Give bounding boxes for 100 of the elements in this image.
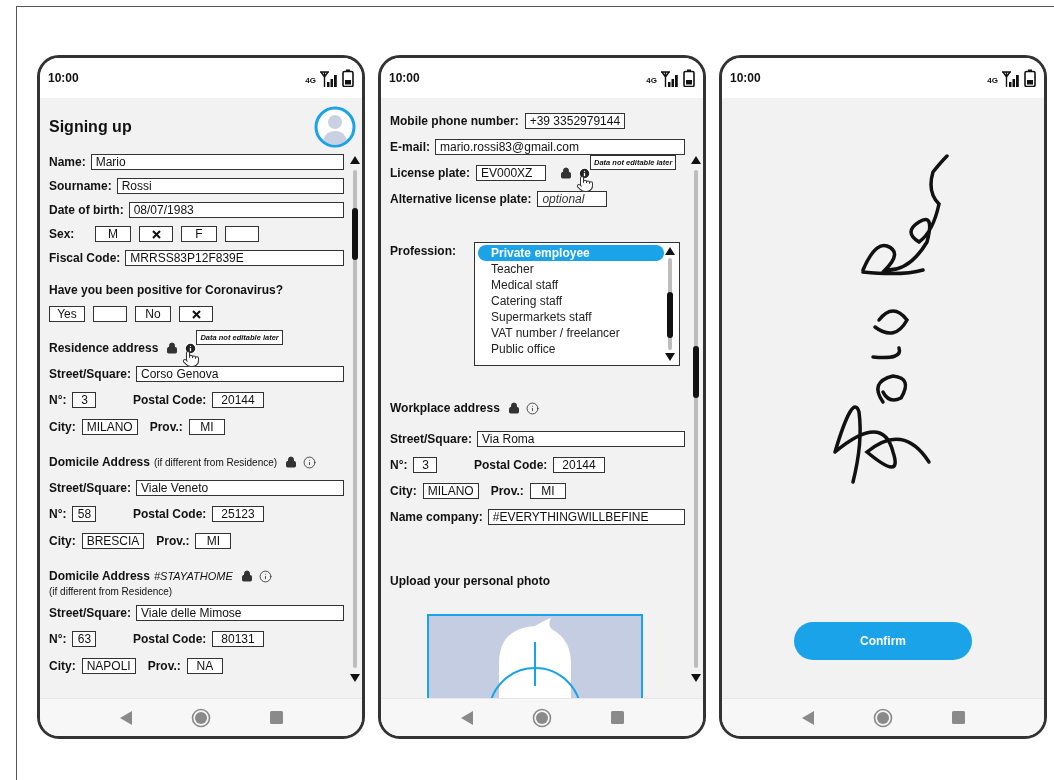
list-item[interactable]: Teacher [478, 261, 664, 277]
input-field[interactable]: 63 [72, 630, 97, 647]
input-field[interactable]: NA [186, 657, 223, 674]
recent-apps-icon[interactable] [951, 711, 965, 724]
back-icon[interactable] [119, 710, 132, 725]
input-field[interactable]: 20144 [553, 457, 605, 473]
input-field[interactable]: Viale delle Mimose [136, 605, 344, 621]
input-field[interactable]: 08/07/1983 [128, 202, 344, 218]
profession-listbox[interactable]: Private employee Teacher Medical staff Catering staff Supermarkets staff VAT number / freelancer Public office [474, 242, 680, 366]
field-label: City: [390, 483, 417, 500]
field-label: E-mail: [390, 139, 430, 156]
field-label: City: [49, 418, 76, 436]
input-field[interactable]: 58 [72, 505, 97, 522]
field-label: Prov.: [490, 483, 524, 500]
scroll-up-arrow-icon[interactable] [350, 156, 360, 164]
scroll-down-arrow-icon[interactable] [691, 674, 701, 682]
section-title: Residence address [49, 340, 159, 357]
field-label: Street/Square: [49, 480, 132, 497]
field-label: N°: [49, 505, 67, 523]
section-title: Workplace address [390, 400, 500, 417]
section-tag: #STAYATHOME [153, 567, 233, 585]
cross-mark-icon [191, 309, 201, 319]
scrollbar-thumb[interactable] [693, 346, 699, 398]
field-label: Date of birth: [49, 202, 124, 219]
section-title: Upload your personal photo [390, 574, 550, 588]
scroll-down-arrow-icon[interactable] [665, 353, 675, 361]
input-field[interactable]: MRRSS83P12F839E [125, 250, 344, 266]
list-item[interactable]: Supermarkets staff [478, 309, 664, 325]
input-field[interactable]: MI [188, 418, 225, 435]
list-item[interactable]: Public office [478, 341, 664, 357]
signal-icon [660, 71, 680, 87]
checkbox[interactable] [225, 226, 259, 242]
field-label: Fiscal Code: [49, 250, 121, 267]
status-time: 10:00 [48, 70, 79, 87]
field-label: Prov.: [156, 532, 190, 550]
field-label: Prov.: [149, 418, 183, 436]
input-field[interactable]: MILANO [422, 483, 479, 499]
recent-apps-icon[interactable] [269, 711, 283, 724]
checkbox[interactable] [179, 306, 213, 322]
input-field[interactable]: Rossi [116, 178, 344, 194]
input-field[interactable]: BRESCIA [81, 532, 145, 549]
checkbox[interactable] [139, 226, 173, 242]
avatar-icon[interactable] [314, 106, 356, 148]
scrollbar-thumb[interactable] [352, 208, 358, 260]
signal-icon [319, 71, 339, 87]
field-label: Sex: [49, 226, 76, 243]
input-field[interactable]: Viale Veneto [136, 480, 344, 496]
section-note: (if different from Residence) [49, 586, 174, 597]
back-icon[interactable] [460, 710, 473, 725]
input-field[interactable]: MI [529, 483, 566, 499]
input-field[interactable]: 80131 [212, 630, 264, 647]
field-label: N°: [49, 391, 67, 409]
input-field[interactable]: MI [195, 532, 232, 549]
scroll-up-arrow-icon[interactable] [665, 247, 675, 255]
scroll-up-arrow-icon[interactable] [691, 156, 701, 164]
field-label: Street/Square: [49, 605, 132, 622]
hand-pointer-icon [182, 349, 201, 368]
screen-title: Signing up [49, 117, 132, 137]
scroll-down-arrow-icon[interactable] [350, 674, 360, 682]
input-field[interactable]: MILANO [81, 418, 138, 435]
signal-icon [1001, 71, 1021, 87]
photo-upload-drawing[interactable] [426, 614, 643, 698]
option-label: Yes [49, 306, 85, 322]
list-item[interactable]: VAT number / freelancer [478, 325, 664, 341]
list-item[interactable]: Medical staff [478, 277, 664, 293]
input-field[interactable]: Via Roma [477, 431, 685, 447]
list-item[interactable]: Catering staff [478, 293, 664, 309]
field-label: Postal Code: [474, 457, 548, 474]
network-label: 4G [987, 75, 998, 87]
field-label: Postal Code: [133, 391, 207, 409]
scrollbar-track[interactable] [668, 258, 672, 350]
field-label: Postal Code: [133, 630, 207, 648]
recent-apps-icon[interactable] [610, 711, 624, 724]
scrollbar-thumb[interactable] [667, 292, 673, 338]
input-field[interactable]: 3 [72, 391, 97, 408]
scrollbar-track[interactable] [353, 170, 357, 668]
option-label: No [135, 306, 171, 322]
input-field[interactable]: +39 3352979144 [524, 113, 626, 129]
input-field[interactable]: 25123 [212, 505, 264, 522]
back-icon[interactable] [801, 710, 814, 725]
field-label: Sourname: [49, 178, 112, 195]
field-label: License plate: [390, 165, 471, 182]
home-icon[interactable] [190, 707, 211, 728]
home-icon[interactable] [531, 707, 552, 728]
question-text: Have you been positive for Coronavirus? [49, 282, 284, 299]
option-label: M [95, 226, 131, 242]
input-field[interactable]: mario.rossi83@gmail.com [435, 139, 685, 155]
home-icon[interactable] [872, 707, 893, 728]
network-label: 4G [305, 75, 316, 87]
field-label: Name: [49, 154, 86, 171]
field-label: Street/Square: [49, 366, 132, 383]
input-field[interactable]: #EVERYTHINGWILLBEFINE [487, 509, 685, 525]
scrollbar-track[interactable] [694, 170, 698, 668]
input-field[interactable]: 20144 [212, 391, 264, 408]
checkbox[interactable] [93, 306, 127, 322]
input-field[interactable]: EV000XZ [476, 165, 547, 181]
field-label: Alternative license plate: [390, 191, 532, 208]
input-field[interactable]: NAPOLI [81, 657, 136, 674]
input-field[interactable]: Mario [90, 154, 344, 170]
input-field[interactable]: 3 [413, 457, 438, 473]
